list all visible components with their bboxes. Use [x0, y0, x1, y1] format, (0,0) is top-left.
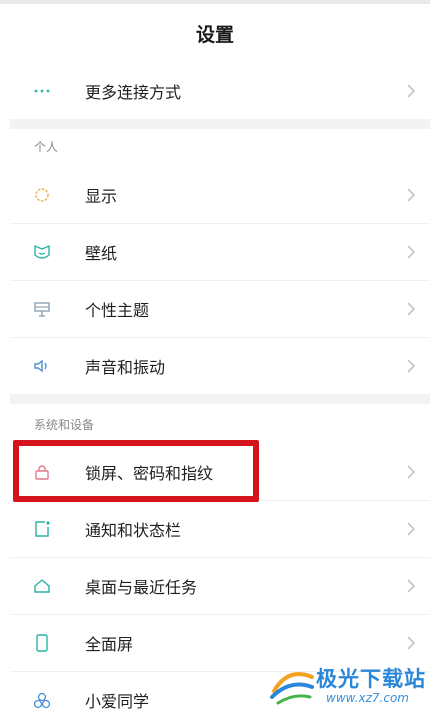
- notification-icon: [32, 519, 52, 539]
- more-dots-icon: [32, 81, 52, 101]
- wallpaper-icon: [32, 242, 52, 262]
- settings-item-label: 个性主题: [85, 300, 150, 320]
- chevron-right-icon: [406, 83, 416, 99]
- chevron-right-icon: [406, 244, 416, 260]
- brightness-icon: [32, 185, 52, 205]
- watermark: 极光下载站 www.xz7.com: [268, 657, 428, 715]
- settings-item-label: 显示: [85, 186, 118, 206]
- chevron-right-icon: [406, 187, 416, 203]
- chevron-right-icon: [406, 521, 416, 537]
- chevron-right-icon: [406, 358, 416, 374]
- chevron-right-icon: [406, 301, 416, 317]
- settings-item-label: 小爱同学: [85, 691, 150, 711]
- settings-item-label: 声音和振动: [85, 357, 166, 377]
- section-label-system: 系统和设备: [34, 418, 95, 432]
- watermark-title: 极光下载站: [316, 667, 426, 691]
- settings-item-home[interactable]: 桌面与最近任务: [10, 557, 430, 614]
- lock-icon: [32, 462, 52, 482]
- page-title: 设置: [195, 23, 234, 46]
- settings-item-label: 全面屏: [85, 634, 134, 654]
- settings-item-label: 通知和状态栏: [85, 520, 182, 540]
- settings-item-lock-screen[interactable]: 锁屏、密码和指纹: [10, 443, 430, 500]
- settings-item-theme[interactable]: 个性主题: [10, 280, 430, 337]
- watermark-logo-icon: [268, 661, 318, 711]
- settings-item-notification[interactable]: 通知和状态栏: [10, 500, 430, 557]
- settings-item-label: 更多连接方式: [85, 82, 182, 102]
- watermark-url: www.xz7.com: [326, 691, 409, 705]
- theme-icon: [32, 299, 52, 319]
- settings-item-label: 壁纸: [85, 243, 118, 263]
- chevron-right-icon: [406, 635, 416, 651]
- home-icon: [32, 576, 52, 596]
- settings-item-sound[interactable]: 声音和振动: [10, 337, 430, 394]
- settings-item-more-connect[interactable]: 更多连接方式: [10, 62, 430, 119]
- chevron-right-icon: [406, 464, 416, 480]
- chevron-right-icon: [406, 578, 416, 594]
- xiaoai-icon: [32, 690, 52, 710]
- settings-item-display[interactable]: 显示: [10, 166, 430, 223]
- settings-item-label: 桌面与最近任务: [85, 577, 198, 597]
- settings-item-label: 锁屏、密码和指纹: [85, 463, 214, 483]
- phone-icon: [32, 633, 52, 653]
- section-divider: [10, 119, 430, 129]
- page-header: 设置: [0, 0, 430, 62]
- section-divider: [10, 394, 430, 404]
- speaker-icon: [32, 356, 52, 376]
- settings-item-wallpaper[interactable]: 壁纸: [10, 223, 430, 280]
- section-label-personal: 个人: [34, 140, 59, 154]
